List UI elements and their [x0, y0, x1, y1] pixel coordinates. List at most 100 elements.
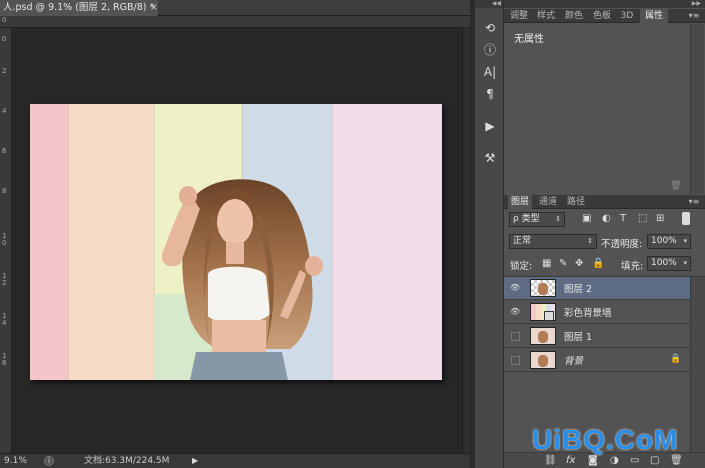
visibility-eye-icon[interactable]: 👁	[510, 284, 520, 292]
paragraph-icon[interactable]: ¶	[481, 86, 499, 102]
visibility-toggle[interactable]	[511, 356, 520, 365]
layer-name[interactable]: 彩色背景墙	[564, 305, 612, 319]
tab-styles[interactable]: 样式	[534, 9, 558, 23]
lock-transparent-icon[interactable]: ▦	[542, 258, 551, 269]
trash-icon[interactable]: 🗑	[670, 455, 683, 466]
layer-row-color-wall[interactable]: 👁 彩色背景墙	[504, 301, 690, 324]
lock-label: 锁定:	[510, 261, 533, 272]
vertical-ruler: 0 2 4 6 8 1 0 1 2 1 4 1 6	[0, 28, 12, 453]
lock-all-icon[interactable]: 🔒	[592, 258, 604, 269]
visibility-toggle[interactable]	[511, 332, 520, 341]
layer-thumbnail	[530, 351, 556, 369]
smart-object-icon	[544, 311, 554, 321]
layer-lock-icon: 🔒	[670, 354, 682, 364]
document-tab[interactable]: 人.psd @ 9.1% (图层 2, RGB/8) *	[0, 0, 158, 16]
dropdown-arrow-icon: ⇕	[587, 237, 593, 245]
filter-smart-icon[interactable]: ⊞	[656, 213, 664, 224]
character-icon[interactable]: A|	[481, 64, 499, 80]
watermark-logo: UiBQ.CoM	[532, 424, 679, 455]
collapse-right-icon[interactable]: ▶▶	[504, 0, 705, 8]
ruler-label: 0	[2, 35, 7, 43]
ruler-label: 8	[2, 187, 7, 195]
opacity-field[interactable]: 100% ▾	[647, 234, 691, 249]
ruler-label: 4	[2, 107, 7, 115]
dropdown-arrow-icon: ⇕	[555, 215, 561, 223]
tab-swatches[interactable]: 色板	[590, 9, 614, 23]
layer-name[interactable]: 图层 1	[564, 329, 592, 343]
vertical-scrollbar[interactable]	[462, 28, 470, 453]
collapsed-panel-strip: ◀◀ ⟲ ⓘ A| ¶ ▶ ⚒	[474, 0, 504, 468]
history-icon[interactable]: ⟲	[481, 20, 499, 36]
layer-thumbnail	[530, 279, 556, 297]
ruler-label: 1 2	[2, 272, 7, 287]
fill-field[interactable]: 100% ▾	[647, 256, 691, 271]
filter-toggle-icon[interactable]	[682, 212, 690, 225]
ruler-label: 0	[2, 16, 7, 24]
fill-label: 填充:	[621, 261, 644, 272]
layer-row-layer1[interactable]: 图层 1	[504, 325, 690, 348]
close-tab-icon[interactable]: ×	[150, 0, 158, 16]
group-icon[interactable]: ▭	[630, 455, 639, 466]
status-bar: 9.1% i 文档:63.3M/224.5M ▶	[0, 453, 470, 468]
tab-channels[interactable]: 通道	[536, 195, 560, 209]
panel-menu-icon[interactable]: ▾≡	[686, 9, 702, 23]
properties-scrollbar[interactable]	[690, 24, 704, 194]
tab-paths[interactable]: 路径	[564, 195, 588, 209]
link-icon[interactable]: ⛓	[544, 455, 557, 466]
status-menu-arrow-icon[interactable]: ▶	[192, 454, 198, 468]
document-size-info: 文档:63.3M/224.5M	[84, 456, 170, 466]
ruler-label: 1 0	[2, 232, 7, 247]
tab-color[interactable]: 颜色	[562, 9, 586, 23]
fill-value: 100%	[651, 258, 677, 268]
blend-mode-value: 正常	[513, 236, 532, 246]
zoom-level[interactable]: 9.1%	[4, 454, 27, 468]
opacity-value: 100%	[651, 236, 677, 246]
document-tab-bar: 人.psd @ 9.1% (图层 2, RGB/8) * ×	[0, 0, 470, 16]
document-image[interactable]	[30, 104, 442, 380]
tab-properties[interactable]: 属性	[640, 9, 668, 23]
actions-play-icon[interactable]: ▶	[481, 118, 499, 134]
info-panel-icon[interactable]: ⓘ	[481, 42, 499, 58]
filter-shape-icon[interactable]: ⬚	[638, 213, 647, 224]
layer-row-layer2[interactable]: 👁 图层 2	[504, 277, 690, 300]
layer-row-background[interactable]: 背景 🔒	[504, 349, 690, 372]
properties-panel-tabs: 调整 样式 颜色 色板 3D 属性 ▾≡	[504, 9, 705, 23]
lock-move-icon[interactable]: ✥	[575, 258, 583, 269]
lock-brush-icon[interactable]: ✎	[559, 258, 567, 269]
layer-filter-dropdown[interactable]: ρ 类型 ⇕	[509, 212, 565, 227]
fx-icon[interactable]: fx	[566, 455, 575, 466]
ruler-label: 2	[2, 67, 7, 75]
filter-label: ρ 类型	[513, 214, 540, 224]
layer-name[interactable]: 图层 2	[564, 281, 592, 295]
layer-thumbnail	[530, 327, 556, 345]
mask-icon[interactable]: ◙	[588, 455, 598, 466]
dropdown-arrow-icon: ▾	[683, 259, 687, 267]
collapse-arrows-icon[interactable]: ◀◀	[475, 0, 503, 8]
tool-presets-icon[interactable]: ⚒	[481, 150, 499, 166]
no-properties-text: 无属性	[514, 34, 544, 45]
layer-name[interactable]: 背景	[564, 353, 583, 367]
info-icon[interactable]: i	[44, 456, 54, 466]
blend-mode-dropdown[interactable]: 正常 ⇕	[509, 234, 597, 249]
layers-panel-tabs: 图层 通道 路径 ▾≡	[504, 195, 705, 209]
filter-adjust-icon[interactable]: ◐	[602, 213, 611, 224]
properties-panel-body: 无属性 🗑	[504, 24, 705, 194]
tab-3d[interactable]: 3D	[618, 9, 636, 23]
tab-adjustments[interactable]: 调整	[508, 9, 530, 23]
adjustment-icon[interactable]: ◑	[610, 455, 619, 466]
right-panel-column: ▶▶ 调整 样式 颜色 色板 3D 属性 ▾≡ 无属性 🗑 图层 通道 路径 ▾…	[504, 0, 705, 468]
ruler-label: 1 6	[2, 352, 7, 367]
delete-icon[interactable]: 🗑	[670, 181, 681, 191]
tab-layers[interactable]: 图层	[508, 195, 532, 209]
filter-pixel-icon[interactable]: ▣	[582, 213, 591, 224]
layers-scrollbar[interactable]	[690, 277, 705, 453]
document-tab-title: 人.psd @ 9.1% (图层 2, RGB/8) *	[3, 2, 155, 13]
horizontal-ruler: 0	[0, 16, 470, 28]
new-layer-icon[interactable]: ▢	[650, 455, 659, 466]
photo-artwork	[30, 104, 442, 380]
dropdown-arrow-icon: ▾	[683, 237, 687, 245]
filter-type-icon[interactable]: T	[620, 213, 626, 224]
layers-menu-icon[interactable]: ▾≡	[686, 195, 702, 209]
opacity-label: 不透明度:	[601, 239, 643, 250]
visibility-eye-icon[interactable]: 👁	[510, 308, 520, 316]
